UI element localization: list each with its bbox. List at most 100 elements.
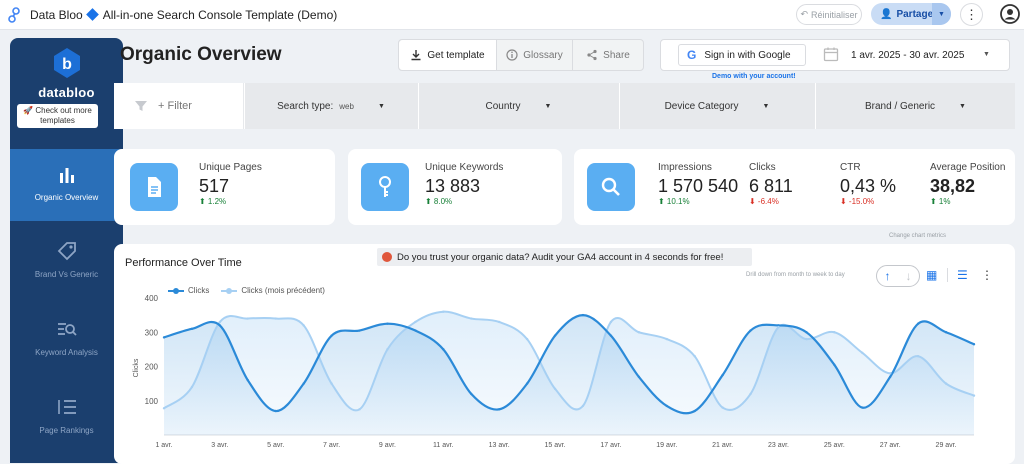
demo-note: Demo with your account! xyxy=(712,73,796,80)
drill-up-arrow-icon[interactable]: ↑ xyxy=(885,269,891,283)
sign-in-google-button[interactable]: G Sign in with Google xyxy=(678,44,806,66)
vertical-dots-icon: ⋮ xyxy=(965,6,978,22)
add-person-icon: 👤 xyxy=(880,8,893,20)
point-clicks-previous xyxy=(218,320,222,324)
point-clicks-previous xyxy=(749,392,752,396)
share-main[interactable]: 👤 Partager xyxy=(871,3,937,25)
point-clicks xyxy=(721,373,724,377)
filter-lines-icon[interactable]: ☰ xyxy=(957,268,968,282)
x-tick-label: 17 avr. xyxy=(600,442,621,449)
add-filter-button[interactable]: + Filter xyxy=(114,83,243,129)
more-options-button[interactable]: ⋮ xyxy=(960,3,983,26)
chart-metrics-icon[interactable]: ▦ xyxy=(926,268,937,282)
sidebar-item-keyword-analysis[interactable]: Keyword Analysis xyxy=(10,306,123,378)
audit-banner[interactable]: Do you trust your organic data? Audit yo… xyxy=(377,248,752,266)
x-tick-label: 29 avr. xyxy=(936,442,957,449)
x-tick-label: 9 avr. xyxy=(379,442,396,449)
chart-title: Performance Over Time xyxy=(125,257,242,269)
point-clicks-previous xyxy=(972,394,976,397)
point-clicks xyxy=(358,329,361,332)
point-clicks-previous xyxy=(274,317,277,320)
more-templates-button[interactable]: 🚀 Check out more templates xyxy=(17,104,98,128)
keyword-search-icon xyxy=(57,323,77,336)
point-clicks-previous xyxy=(889,372,892,375)
point-clicks-previous xyxy=(497,320,501,324)
point-clicks xyxy=(805,331,808,334)
top-bar: Data Bloo All-in-one Search Console Temp… xyxy=(0,0,1024,30)
share-report-button[interactable]: 👤 Partager ▼ xyxy=(871,3,951,25)
point-clicks-previous xyxy=(805,337,808,341)
y-tick-label: 100 xyxy=(145,397,159,406)
point-clicks xyxy=(162,336,166,339)
search-type-dropdown[interactable]: Search type: web ▼ xyxy=(244,83,417,129)
key-icon xyxy=(361,163,409,211)
point-clicks-previous xyxy=(246,317,249,320)
x-tick-label: 11 avr. xyxy=(433,442,454,449)
point-clicks-previous xyxy=(861,351,864,354)
point-clicks xyxy=(861,406,864,409)
point-clicks-previous xyxy=(386,348,389,351)
undo-icon: ↶ xyxy=(800,9,808,19)
ranking-list-icon xyxy=(57,400,76,414)
account-avatar-icon[interactable] xyxy=(1000,4,1020,24)
point-clicks xyxy=(302,382,305,385)
point-clicks-previous xyxy=(414,320,417,324)
share-dropdown[interactable]: ▼ xyxy=(932,3,951,25)
chevron-down-icon: ▼ xyxy=(938,10,945,18)
sidebar-item-brand-vs-generic[interactable]: Brand Vs Generic xyxy=(10,228,123,300)
vertical-dots-icon[interactable]: ⋮ xyxy=(981,268,993,282)
point-clicks-previous xyxy=(330,382,333,385)
glossary-button[interactable]: Glossary xyxy=(497,40,573,70)
drill-down-arrow-icon[interactable]: ↓ xyxy=(906,269,912,283)
kpi-card-search-metrics: Impressions 1 570 540 ⬆ 10.1% Clicks 6 8… xyxy=(574,149,1015,225)
y-tick-label: 400 xyxy=(145,294,159,303)
chevron-down-icon: ▼ xyxy=(377,102,385,110)
point-clicks xyxy=(833,363,836,366)
y-tick-label: 200 xyxy=(145,363,159,372)
sidebar-item-page-rankings[interactable]: Page Rankings xyxy=(10,384,123,456)
chevron-down-icon: ▼ xyxy=(762,102,770,110)
device-category-dropdown[interactable]: Device Category ▼ xyxy=(619,83,814,129)
point-clicks-previous xyxy=(162,407,166,410)
date-range-selector[interactable]: 1 avr. 2025 - 30 avr. 2025 xyxy=(851,50,964,61)
point-clicks xyxy=(944,331,948,334)
svg-text:b: b xyxy=(62,56,72,73)
bar-chart-icon xyxy=(59,168,74,183)
target-icon xyxy=(382,252,392,262)
point-clicks-previous xyxy=(637,331,641,334)
header-actions: Get template Glossary Share xyxy=(398,39,644,71)
point-clicks xyxy=(693,409,696,413)
point-clicks-previous xyxy=(665,337,668,341)
point-clicks-previous xyxy=(442,310,445,313)
document-icon xyxy=(130,163,178,211)
reset-button[interactable]: ↶ Réinitialiser xyxy=(796,4,862,25)
x-tick-label: 5 avr. xyxy=(267,442,284,449)
share-button[interactable]: Share xyxy=(573,40,643,70)
x-tick-label: 27 avr. xyxy=(880,442,901,449)
point-clicks-previous xyxy=(470,317,473,320)
data-studio-logo-icon xyxy=(8,7,20,23)
sidebar: b databloo 🚀 Check out more templates Or… xyxy=(10,38,123,463)
x-tick-label: 23 avr. xyxy=(768,442,789,449)
point-clicks xyxy=(274,409,277,413)
chevron-down-icon[interactable]: ▼ xyxy=(983,51,990,58)
drill-controls: ↑ ↓ xyxy=(876,265,920,287)
point-clicks xyxy=(749,329,752,332)
x-tick-label: 13 avr. xyxy=(489,442,510,449)
sidebar-item-organic-overview[interactable]: Organic Overview xyxy=(10,149,123,221)
point-clicks-previous xyxy=(721,406,724,409)
tag-icon xyxy=(57,242,76,261)
point-clicks xyxy=(218,324,222,327)
page-title: Organic Overview xyxy=(120,44,282,65)
get-template-button[interactable]: Get template xyxy=(399,40,497,70)
point-clicks-previous xyxy=(777,325,780,329)
y-axis-label: Clicks xyxy=(133,358,140,377)
country-dropdown[interactable]: Country ▼ xyxy=(418,83,618,129)
point-clicks xyxy=(972,343,976,346)
performance-chart: 100 200 300 400 Clicks 1 avr. 3 avr. 5 avr. 7 av… xyxy=(133,294,976,449)
x-tick-label: 15 avr. xyxy=(545,442,566,449)
point-clicks-previous xyxy=(944,382,948,385)
point-clicks xyxy=(246,379,249,382)
brand-generic-dropdown[interactable]: Brand / Generic ▼ xyxy=(815,83,1015,129)
funnel-icon xyxy=(135,101,147,111)
